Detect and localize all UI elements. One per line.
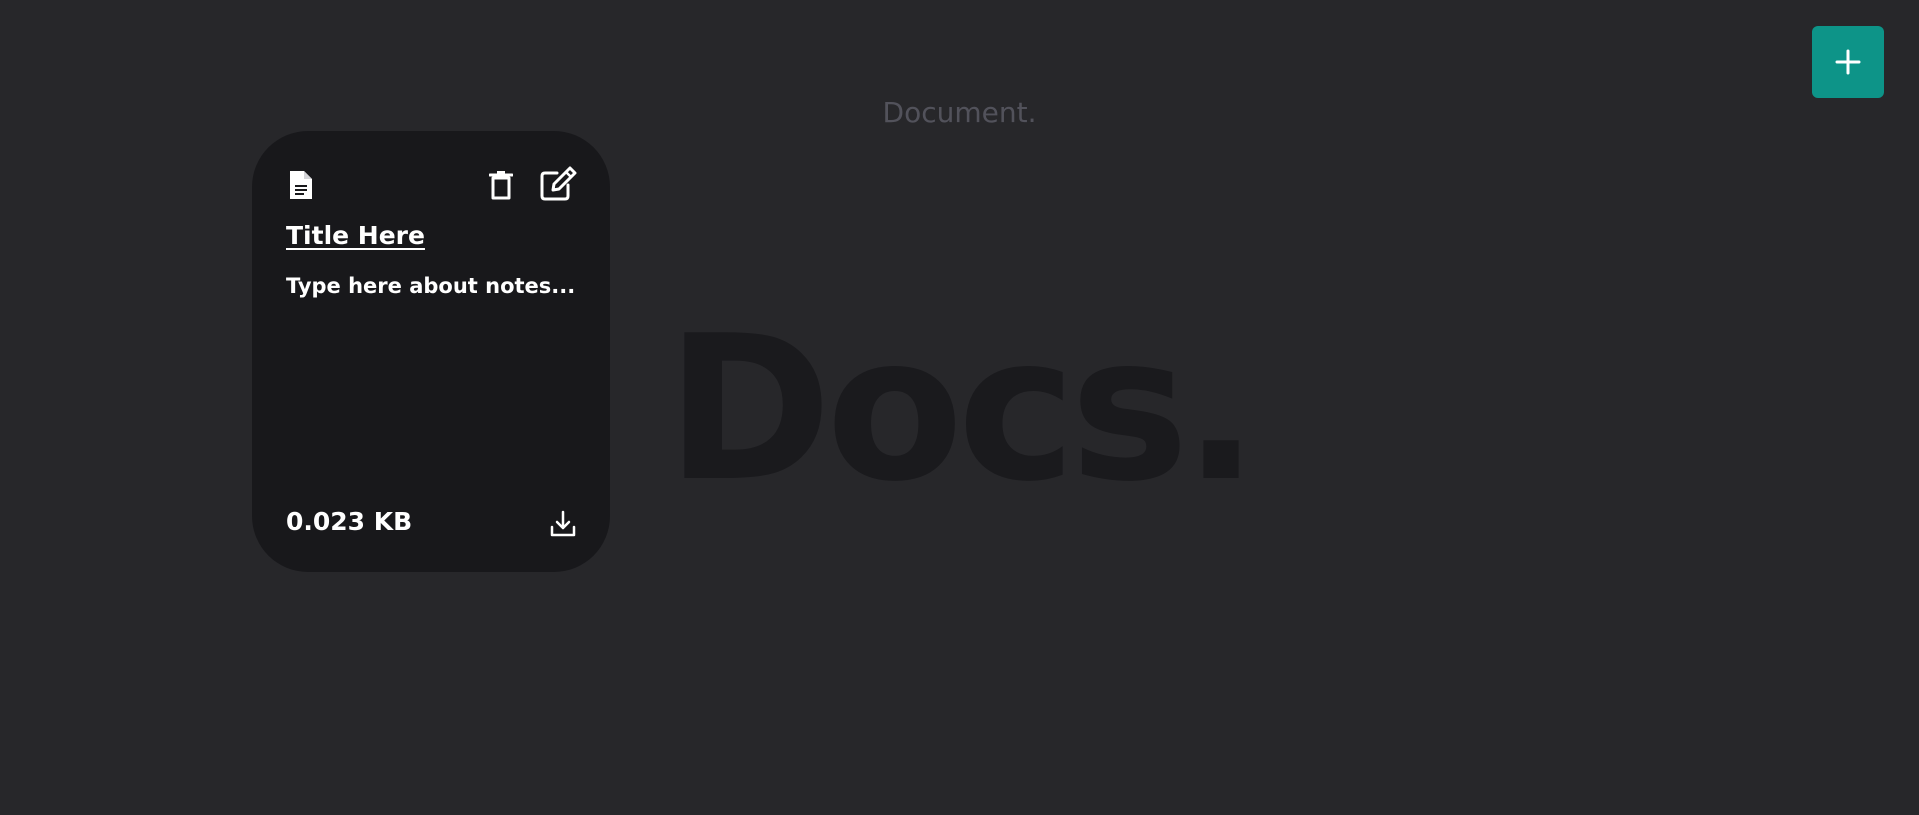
download-icon[interactable]: [546, 507, 580, 541]
trash-icon[interactable]: [484, 167, 518, 203]
edit-icon[interactable]: [538, 165, 578, 203]
page-heading: Document.: [882, 96, 1037, 129]
card-title[interactable]: Title Here: [286, 219, 425, 253]
file-size: 0.023 KB: [286, 507, 413, 536]
card-description[interactable]: Type here about notes...: [286, 272, 586, 300]
document-icon: [285, 167, 317, 203]
plus-icon: [1835, 49, 1861, 75]
add-document-button[interactable]: [1812, 26, 1884, 98]
document-card: Title Here Type here about notes... 0.02…: [252, 131, 610, 572]
